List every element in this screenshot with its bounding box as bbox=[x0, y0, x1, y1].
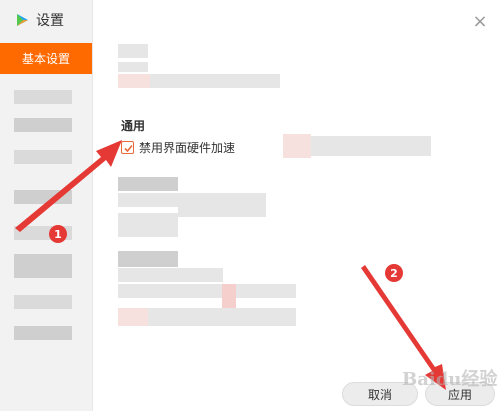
arrow-to-checkbox bbox=[15, 140, 122, 232]
annotation-arrows bbox=[15, 140, 446, 390]
annotation-badge-2: 2 bbox=[385, 264, 403, 282]
annotation-badge-1: 1 bbox=[49, 225, 67, 243]
arrow-to-apply bbox=[361, 265, 446, 390]
